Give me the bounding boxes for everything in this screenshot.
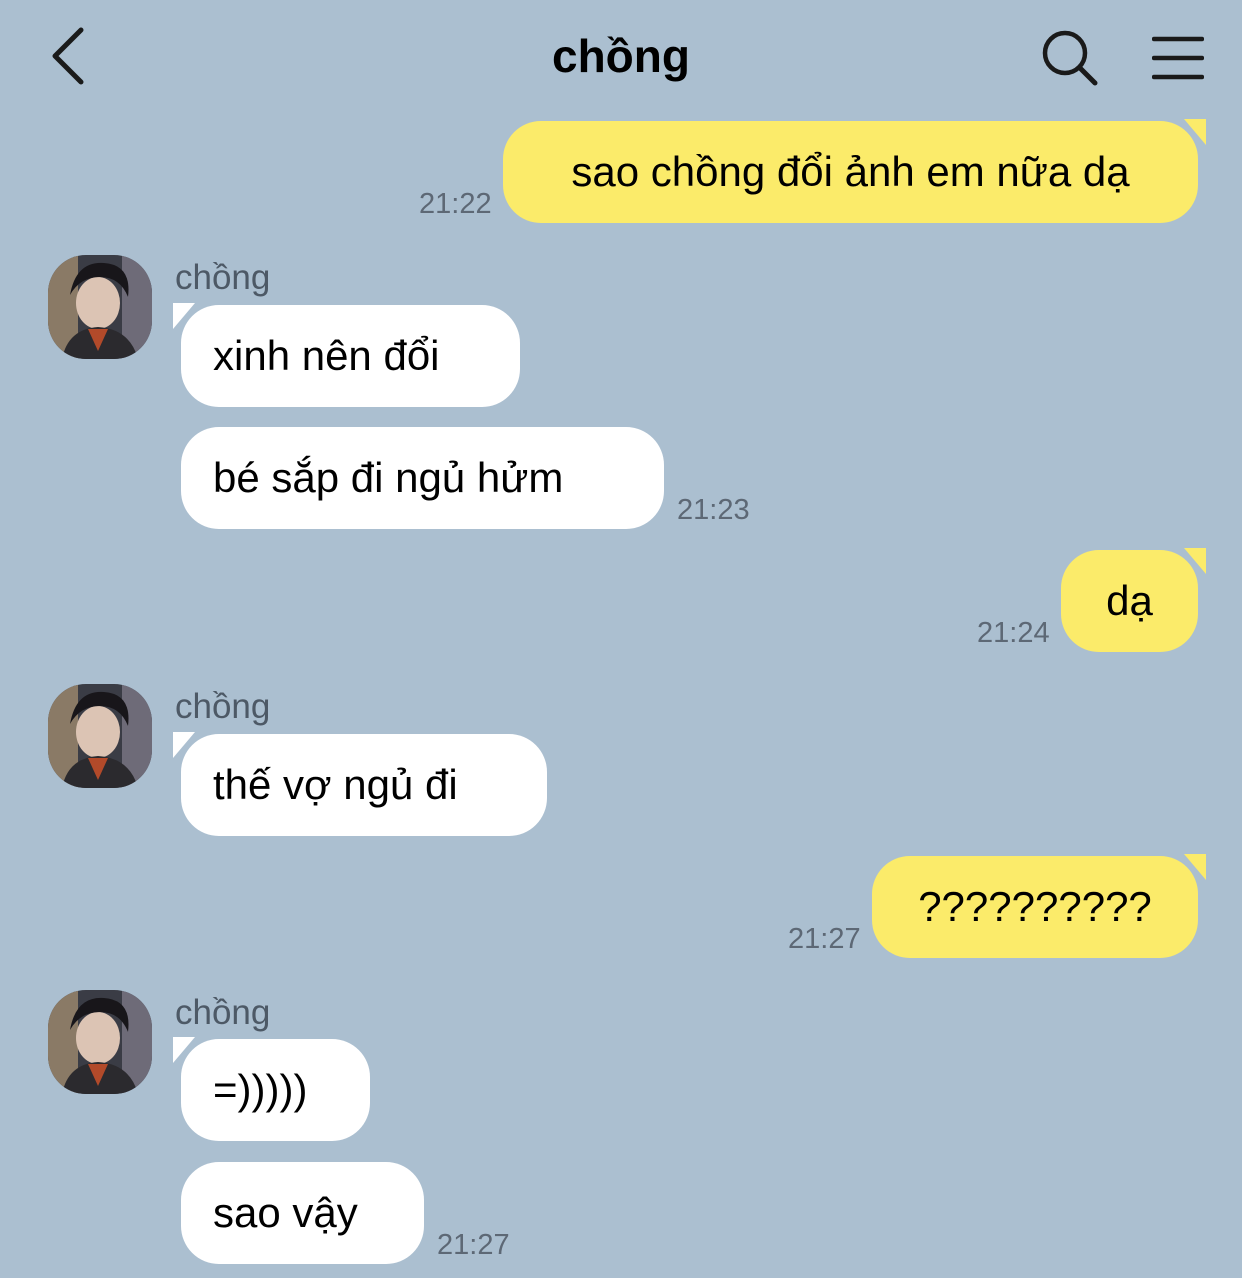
sender-name: chồng (175, 258, 271, 297)
outgoing-message-bubble[interactable]: sao chồng đổi ảnh em nữa dạ (503, 119, 1206, 223)
incoming-message-bubble[interactable]: thế vợ ngủ đi (173, 732, 547, 836)
menu-button[interactable] (1138, 20, 1218, 96)
message-text: =))))) (213, 1066, 308, 1113)
search-button[interactable] (1030, 20, 1110, 96)
message-text: thế vợ ngủ đi (213, 761, 458, 808)
contact-avatar[interactable] (48, 684, 152, 788)
message-text: ?????????? (918, 883, 1152, 930)
message-text: bé sắp đi ngủ hửm (213, 454, 564, 501)
bubble-tail (1184, 119, 1206, 145)
chat-title: chồng (552, 30, 690, 82)
message-time: 21:22 (419, 188, 492, 220)
bubble-tail (173, 732, 195, 758)
message-text: sao chồng đổi ảnh em nữa dạ (571, 148, 1130, 195)
incoming-message-bubble[interactable]: sao vậy (181, 1162, 424, 1264)
sender-name: chồng (175, 687, 271, 726)
outgoing-message-bubble[interactable]: ?????????? (872, 854, 1206, 958)
incoming-message-bubble[interactable]: =))))) (173, 1037, 370, 1141)
outgoing-message-bubble[interactable]: dạ (1061, 548, 1206, 652)
bubble-tail (1184, 548, 1206, 574)
message-text: dạ (1106, 577, 1153, 624)
bubble-tail (1184, 854, 1206, 880)
menu-icon (1152, 36, 1204, 80)
incoming-message-bubble[interactable]: xinh nên đổi (173, 303, 520, 407)
sender-name: chồng (175, 993, 271, 1032)
contact-avatar[interactable] (48, 255, 152, 359)
message-time: 21:27 (788, 923, 861, 955)
bubble-tail (173, 1037, 195, 1063)
back-button[interactable] (34, 18, 104, 94)
incoming-message-bubble[interactable]: bé sắp đi ngủ hửm (181, 427, 664, 529)
chevron-left-icon (52, 27, 84, 85)
message-text: sao vậy (213, 1189, 358, 1236)
bubble-tail (173, 303, 195, 329)
message-text: xinh nên đổi (213, 332, 440, 379)
contact-avatar[interactable] (48, 990, 152, 1094)
message-time: 21:23 (677, 494, 750, 526)
message-time: 21:27 (437, 1229, 510, 1261)
message-time: 21:24 (977, 617, 1050, 649)
search-icon (1042, 30, 1098, 86)
